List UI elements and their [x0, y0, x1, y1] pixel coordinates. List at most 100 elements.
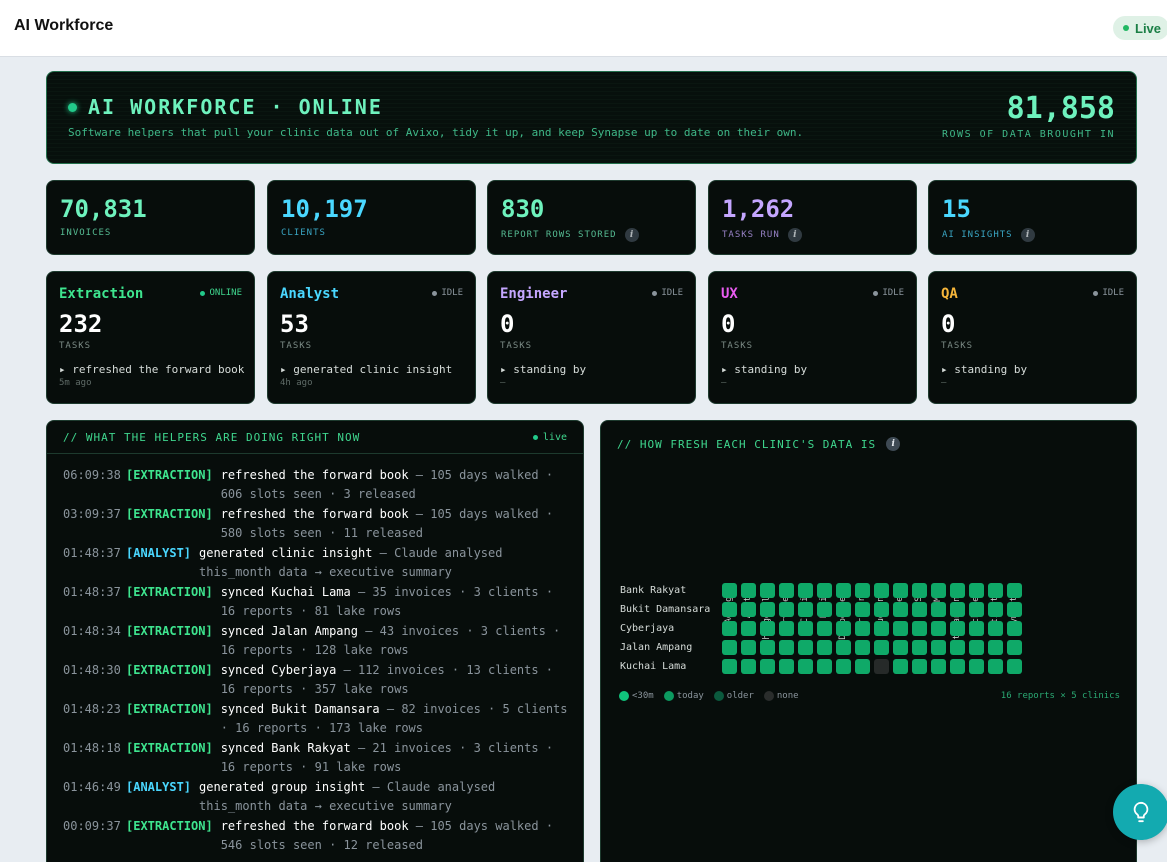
info-icon[interactable]: i	[624, 228, 639, 242]
freshness-cell[interactable]	[988, 659, 1003, 674]
freshness-cell[interactable]	[1007, 621, 1022, 636]
freshness-cell[interactable]	[855, 659, 870, 674]
insights-fab-button[interactable]	[1113, 784, 1167, 840]
activity-log-list[interactable]: 06:09:38 [EXTRACTION] refreshed the forwar…	[63, 466, 569, 856]
freshness-cell[interactable]	[988, 583, 1003, 598]
freshness-cell[interactable]	[836, 659, 851, 674]
freshness-cell[interactable]	[836, 640, 851, 655]
freshness-cell[interactable]	[741, 583, 756, 598]
freshness-cell[interactable]	[912, 659, 927, 674]
freshness-cell[interactable]	[874, 621, 889, 636]
freshness-cell[interactable]	[874, 602, 889, 617]
freshness-cell[interactable]	[760, 621, 775, 636]
freshness-cell[interactable]	[950, 659, 965, 674]
freshness-cell[interactable]	[817, 602, 832, 617]
freshness-cell[interactable]	[817, 659, 832, 674]
agent-name: QA	[941, 286, 958, 302]
freshness-cell[interactable]	[931, 621, 946, 636]
freshness-cell[interactable]	[912, 640, 927, 655]
freshness-cell[interactable]	[722, 659, 737, 674]
freshness-cell[interactable]	[760, 583, 775, 598]
freshness-cell[interactable]	[969, 640, 984, 655]
freshness-cell[interactable]	[798, 659, 813, 674]
freshness-cell[interactable]	[1007, 602, 1022, 617]
freshness-cell[interactable]	[722, 640, 737, 655]
freshness-cell[interactable]	[855, 640, 870, 655]
freshness-cell[interactable]	[798, 583, 813, 598]
freshness-cell[interactable]	[855, 602, 870, 617]
freshness-cell[interactable]	[950, 583, 965, 598]
freshness-cell[interactable]	[1007, 640, 1022, 655]
freshness-cell[interactable]	[779, 640, 794, 655]
freshness-cell[interactable]	[893, 659, 908, 674]
freshness-cell[interactable]	[1007, 659, 1022, 674]
freshness-cell[interactable]	[760, 640, 775, 655]
freshness-cell[interactable]	[779, 621, 794, 636]
freshness-cell[interactable]	[855, 583, 870, 598]
freshness-cell[interactable]	[779, 602, 794, 617]
agent-card-analyst[interactable]: Analyst IDLE 53 TASKS ▸ generated clinic ins…	[267, 271, 476, 404]
freshness-cell[interactable]	[912, 621, 927, 636]
freshness-cell[interactable]	[817, 621, 832, 636]
freshness-cell[interactable]	[722, 621, 737, 636]
freshness-cell[interactable]	[969, 602, 984, 617]
freshness-cell[interactable]	[950, 602, 965, 617]
agent-card-qa[interactable]: QA IDLE 0 TASKS ▸ standing by —	[928, 271, 1137, 404]
freshness-cell[interactable]	[988, 602, 1003, 617]
freshness-cell[interactable]	[798, 621, 813, 636]
freshness-cell[interactable]	[760, 659, 775, 674]
freshness-cell[interactable]	[836, 621, 851, 636]
freshness-cell[interactable]	[722, 583, 737, 598]
agent-card-ux[interactable]: UX IDLE 0 TASKS ▸ standing by —	[708, 271, 917, 404]
freshness-cell[interactable]	[931, 640, 946, 655]
freshness-cell[interactable]	[874, 640, 889, 655]
log-entry-text: generated clinic insight — Claude analys…	[199, 544, 569, 582]
freshness-cell[interactable]	[988, 621, 1003, 636]
freshness-cell[interactable]	[874, 583, 889, 598]
freshness-cell[interactable]	[836, 583, 851, 598]
freshness-cell[interactable]	[931, 602, 946, 617]
info-icon[interactable]: i	[787, 228, 802, 242]
freshness-cell[interactable]	[741, 640, 756, 655]
freshness-cell[interactable]	[969, 621, 984, 636]
log-entry-agent-tag: [EXTRACTION]	[126, 468, 213, 482]
freshness-cell[interactable]	[893, 602, 908, 617]
freshness-cell[interactable]	[836, 602, 851, 617]
freshness-cell[interactable]	[1007, 583, 1022, 598]
legend-item: none	[763, 691, 799, 701]
stat-label-row: INVOICES	[60, 228, 111, 238]
freshness-cell[interactable]	[760, 602, 775, 617]
freshness-cell[interactable]	[741, 621, 756, 636]
freshness-cell[interactable]	[988, 640, 1003, 655]
freshness-cell[interactable]	[779, 659, 794, 674]
agent-card-engineer[interactable]: Engineer IDLE 0 TASKS ▸ standing by —	[487, 271, 696, 404]
log-entry-action: refreshed the forward book	[220, 468, 409, 482]
freshness-cell[interactable]	[798, 640, 813, 655]
agent-card-extraction[interactable]: Extraction ONLINE 232 TASKS ▸ refreshed the …	[46, 271, 255, 404]
freshness-cell[interactable]	[893, 583, 908, 598]
freshness-cell[interactable]	[722, 602, 737, 617]
freshness-cell[interactable]	[950, 621, 965, 636]
freshness-cell[interactable]	[912, 602, 927, 617]
info-icon[interactable]: i	[886, 437, 901, 451]
agent-last-activity-time: 5m ago	[59, 378, 92, 388]
freshness-cell[interactable]	[931, 583, 946, 598]
freshness-cell[interactable]	[969, 583, 984, 598]
info-icon[interactable]: i	[1020, 228, 1035, 242]
freshness-cell[interactable]	[874, 659, 889, 674]
freshness-cell[interactable]	[741, 602, 756, 617]
freshness-cell[interactable]	[912, 583, 927, 598]
freshness-cell[interactable]	[969, 659, 984, 674]
freshness-cell[interactable]	[893, 621, 908, 636]
freshness-cell[interactable]	[893, 640, 908, 655]
freshness-cell[interactable]	[817, 640, 832, 655]
freshness-cell[interactable]	[855, 621, 870, 636]
freshness-cell[interactable]	[950, 640, 965, 655]
freshness-cell[interactable]	[741, 659, 756, 674]
stat-card-ai-insights: 15 AI INSIGHTS i	[928, 180, 1137, 255]
freshness-cell[interactable]	[798, 602, 813, 617]
freshness-cell[interactable]	[779, 583, 794, 598]
freshness-cell[interactable]	[817, 583, 832, 598]
stat-label-row: REPORT ROWS STORED i	[501, 228, 639, 242]
freshness-cell[interactable]	[931, 659, 946, 674]
